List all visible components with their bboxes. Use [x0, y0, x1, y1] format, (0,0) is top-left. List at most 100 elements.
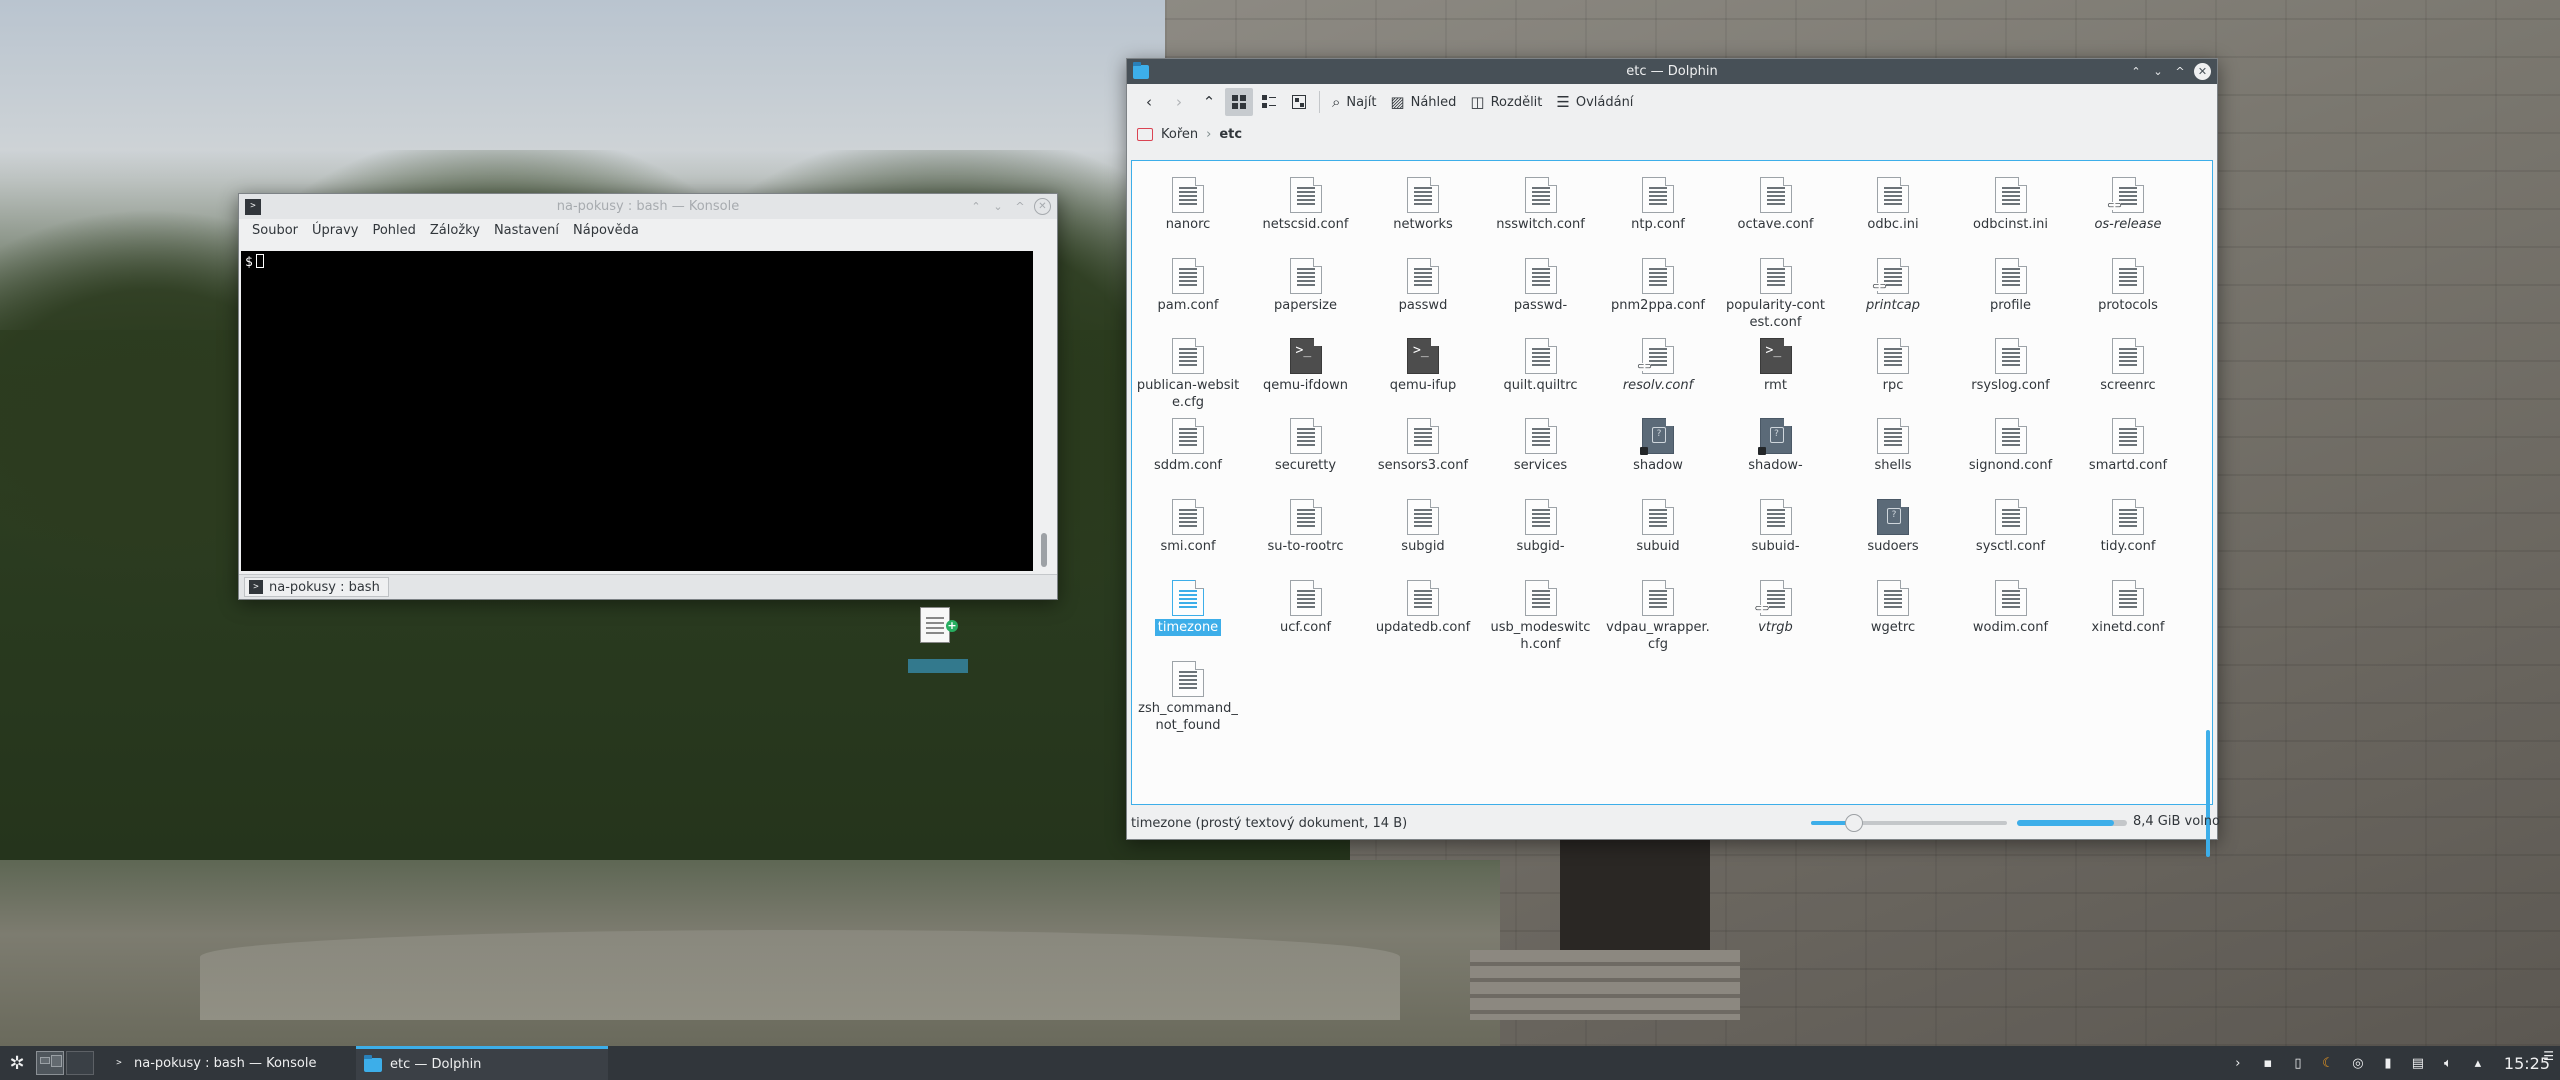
file-item[interactable]: rsyslog.conf — [1955, 338, 2067, 394]
file-item[interactable]: odbc.ini — [1837, 177, 1949, 233]
menu-nastaveni[interactable]: Nastavení — [487, 223, 566, 238]
file-item[interactable]: rpc — [1837, 338, 1949, 394]
file-item[interactable]: ⊂⊃ os-release — [2072, 177, 2184, 233]
menu-napoveda[interactable]: Nápověda — [566, 223, 646, 238]
file-item[interactable]: vdpau_wrapper.cfg — [1602, 580, 1714, 653]
file-item[interactable]: ucf.conf — [1250, 580, 1362, 636]
forward-button[interactable]: › — [1165, 88, 1193, 116]
terminal-scrollbar[interactable] — [1036, 251, 1054, 571]
file-item[interactable]: xinetd.conf — [2072, 580, 2184, 636]
menu-pohled[interactable]: Pohled — [365, 223, 422, 238]
file-item[interactable]: shells — [1837, 418, 1949, 474]
dolphin-app-icon[interactable] — [1133, 61, 1149, 80]
menu-upravy[interactable]: Úpravy — [305, 223, 365, 238]
file-item[interactable]: popularity-contest.conf — [1720, 258, 1832, 331]
terminal-area[interactable]: $ — [241, 251, 1033, 571]
pager-desktop-2[interactable] — [66, 1051, 94, 1075]
file-item[interactable]: ⊂⊃ resolv.conf — [1602, 338, 1714, 394]
file-item[interactable]: publican-website.cfg — [1132, 338, 1244, 411]
file-item[interactable]: >_ qemu-ifdown — [1250, 338, 1362, 394]
file-item[interactable]: tidy.conf — [2072, 499, 2184, 555]
terminal-tray-icon[interactable]: › — [2230, 1055, 2246, 1071]
breadcrumb-current[interactable]: etc — [1219, 127, 1242, 142]
clipboard-icon[interactable]: ▯ — [2290, 1055, 2306, 1071]
file-item[interactable]: ntp.conf — [1602, 177, 1714, 233]
file-item[interactable]: sysctl.conf — [1955, 499, 2067, 555]
file-item[interactable]: sddm.conf — [1132, 418, 1244, 474]
sd-card-icon[interactable]: ▪ — [2260, 1055, 2276, 1071]
file-item[interactable]: timezone — [1132, 580, 1244, 636]
terminal-icon[interactable]: > — [245, 198, 261, 215]
file-item[interactable]: wgetrc — [1837, 580, 1949, 636]
file-item[interactable]: profile — [1955, 258, 2067, 314]
file-item[interactable]: usb_modeswitch.conf — [1485, 580, 1597, 653]
dolphin-window[interactable]: etc — Dolphin ⌃ ⌄ ^ ✕ ‹ › ⌃ ⌕ Najít ▨ Náhl… — [1126, 58, 2220, 857]
file-item[interactable]: netscsid.conf — [1250, 177, 1362, 233]
icons-view-button[interactable] — [1225, 88, 1253, 116]
pager-desktop-1[interactable] — [36, 1051, 64, 1075]
file-item[interactable]: passwd — [1367, 258, 1479, 314]
file-item[interactable]: subgid- — [1485, 499, 1597, 555]
up-button[interactable]: ⌃ — [1195, 88, 1223, 116]
terminal-scrollbar-thumb[interactable] — [1041, 533, 1047, 567]
find-button[interactable]: ⌕ Najít — [1326, 88, 1382, 116]
file-item[interactable]: zsh_command_not_found — [1132, 661, 1244, 734]
close-icon[interactable]: ✕ — [1034, 198, 1051, 215]
menu-zalozky[interactable]: Záložky — [423, 223, 487, 238]
network-icon[interactable]: ◎ — [2350, 1055, 2366, 1071]
file-item[interactable]: wodim.conf — [1955, 580, 2067, 636]
file-item[interactable]: subgid — [1367, 499, 1479, 555]
keep-above-icon[interactable]: ⌃ — [968, 199, 984, 215]
task-konsole[interactable]: > na-pokusy : bash — Konsole — [104, 1046, 356, 1080]
show-hidden-icons-chevron-icon[interactable]: ▴ — [2470, 1055, 2486, 1071]
maximize-icon[interactable]: ^ — [1012, 199, 1028, 215]
zoom-slider-handle[interactable] — [1845, 814, 1864, 832]
maximize-icon[interactable]: ^ — [2172, 64, 2188, 80]
preview-button[interactable]: ▨ Náhled — [1384, 88, 1462, 116]
application-launcher-icon[interactable]: ✲ — [0, 1046, 34, 1080]
file-item[interactable]: passwd- — [1485, 258, 1597, 314]
volume-icon[interactable]: 🔈︎ — [2440, 1055, 2456, 1071]
file-item[interactable]: pam.conf — [1132, 258, 1244, 314]
file-item[interactable]: signond.conf — [1955, 418, 2067, 474]
task-dolphin[interactable]: etc — Dolphin — [356, 1046, 608, 1080]
konsole-titlebar[interactable]: > na-pokusy : bash — Konsole ⌃ ⌄ ^ ✕ — [239, 194, 1057, 219]
file-item[interactable]: updatedb.conf — [1367, 580, 1479, 636]
file-view-scrollbar[interactable] — [2204, 160, 2212, 857]
calendar-icon[interactable]: ▤ — [2410, 1055, 2426, 1071]
file-item[interactable]: octave.conf — [1720, 177, 1832, 233]
file-item[interactable]: subuid — [1602, 499, 1714, 555]
file-item[interactable]: ⊂⊃ vtrgb — [1720, 580, 1832, 636]
file-item[interactable]: smi.conf — [1132, 499, 1244, 555]
konsole-window[interactable]: > na-pokusy : bash — Konsole ⌃ ⌄ ^ ✕ Sou… — [238, 193, 1058, 673]
file-item[interactable]: >_ qemu-ifup — [1367, 338, 1479, 394]
free-space-bar[interactable] — [2017, 820, 2127, 826]
file-item[interactable]: shadow — [1602, 418, 1714, 474]
file-item[interactable]: networks — [1367, 177, 1479, 233]
file-item[interactable]: screenrc — [2072, 338, 2184, 394]
battery-icon[interactable]: ▮ — [2380, 1055, 2396, 1071]
file-item[interactable]: papersize — [1250, 258, 1362, 314]
keep-above-icon[interactable]: ⌃ — [2128, 64, 2144, 80]
minimize-icon[interactable]: ⌄ — [990, 199, 1006, 215]
breadcrumb-root[interactable]: Kořen — [1161, 127, 1198, 142]
file-view[interactable]: nanorc netscsid.conf networks nsswitch.conf… — [1131, 160, 2213, 805]
file-item[interactable]: pnm2ppa.conf — [1602, 258, 1714, 314]
split-button[interactable]: ◫ Rozdělit — [1464, 88, 1548, 116]
close-icon[interactable]: ✕ — [2194, 63, 2211, 80]
compact-view-button[interactable] — [1285, 88, 1313, 116]
file-item[interactable]: services — [1485, 418, 1597, 474]
file-item[interactable]: sudoers — [1837, 499, 1949, 555]
file-item[interactable]: quilt.quiltrc — [1485, 338, 1597, 394]
file-item[interactable]: nsswitch.conf — [1485, 177, 1597, 233]
konsole-tab[interactable]: > na-pokusy : bash — [244, 577, 389, 597]
file-item[interactable]: odbcinst.ini — [1955, 177, 2067, 233]
file-item[interactable]: smartd.conf — [2072, 418, 2184, 474]
back-button[interactable]: ‹ — [1135, 88, 1163, 116]
night-color-icon[interactable]: ☾ — [2320, 1055, 2336, 1071]
control-menu-button[interactable]: ☰ Ovládání — [1550, 88, 1639, 116]
file-item[interactable]: ⊂⊃ printcap — [1837, 258, 1949, 314]
virtual-desktop-pager[interactable] — [36, 1051, 94, 1075]
file-item[interactable]: sensors3.conf — [1367, 418, 1479, 474]
dolphin-titlebar[interactable]: etc — Dolphin ⌃ ⌄ ^ ✕ — [1127, 59, 2217, 84]
